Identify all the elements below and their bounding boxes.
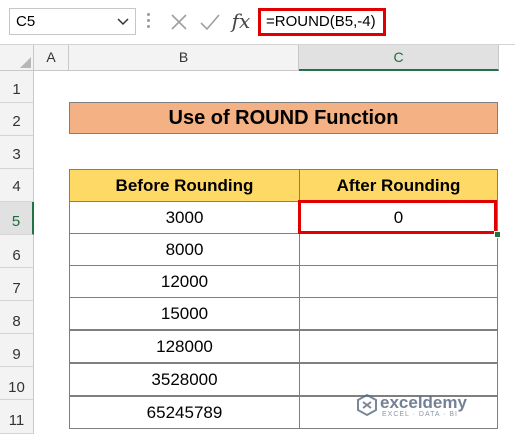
header-after-rounding[interactable]: After Rounding [299, 169, 498, 202]
exceldemy-logo-icon [357, 394, 377, 416]
before-cell-b8[interactable]: 15000 [69, 297, 300, 330]
before-cell-b9[interactable]: 128000 [69, 330, 300, 363]
after-cell-c9[interactable] [299, 330, 498, 363]
row-header-3[interactable]: 3 [0, 136, 34, 169]
formula-bar-grip-icon [147, 13, 151, 31]
before-cell-b5[interactable]: 3000 [69, 201, 300, 234]
name-box[interactable]: C5 [9, 8, 136, 35]
row-header-5[interactable]: 5 [0, 202, 34, 235]
row-header-2[interactable]: 2 [0, 103, 34, 136]
row-header-11[interactable]: 11 [0, 400, 34, 434]
formula-text: =ROUND(B5,-4) [266, 13, 376, 30]
active-cell-highlight [298, 200, 497, 234]
before-cell-b7[interactable]: 12000 [69, 265, 300, 298]
after-cell-c7[interactable] [299, 265, 498, 298]
formula-input[interactable]: =ROUND(B5,-4) [258, 8, 386, 36]
exceldemy-logo: exceldemy EXCEL · DATA · BI [357, 393, 503, 418]
row-header-4[interactable]: 4 [0, 169, 34, 202]
row-header-9[interactable]: 9 [0, 334, 34, 367]
after-cell-c6[interactable] [299, 233, 498, 266]
fill-handle[interactable] [494, 231, 501, 238]
before-cell-b11[interactable]: 65245789 [69, 396, 300, 429]
row-header-6[interactable]: 6 [0, 235, 34, 268]
select-all-button[interactable] [0, 45, 34, 71]
column-header-b[interactable]: B [69, 45, 299, 71]
logo-name: exceldemy [380, 393, 467, 412]
column-header-a[interactable]: A [34, 45, 69, 71]
before-cell-b10[interactable]: 3528000 [69, 363, 300, 396]
row-header-10[interactable]: 10 [0, 367, 34, 400]
logo-tagline: EXCEL · DATA · BI [382, 411, 458, 418]
header-before-rounding[interactable]: Before Rounding [69, 169, 300, 202]
insert-function-button[interactable]: fx [228, 7, 254, 35]
row-header-1[interactable]: 1 [0, 71, 34, 103]
column-header-c[interactable]: C [299, 45, 499, 71]
row-header-7[interactable]: 7 [0, 268, 34, 301]
formula-bar: C5 fx =ROUND(B5,-4) [0, 0, 515, 44]
name-box-value: C5 [16, 13, 36, 30]
sheet-title[interactable]: Use of ROUND Function [69, 102, 498, 134]
row-header-8[interactable]: 8 [0, 301, 34, 334]
after-cell-c8[interactable] [299, 297, 498, 330]
chevron-down-icon[interactable] [117, 15, 129, 27]
after-cell-c10[interactable] [299, 363, 498, 396]
before-cell-b6[interactable]: 8000 [69, 233, 300, 266]
checkmark-icon[interactable] [197, 8, 223, 36]
cancel-icon[interactable] [166, 8, 192, 36]
